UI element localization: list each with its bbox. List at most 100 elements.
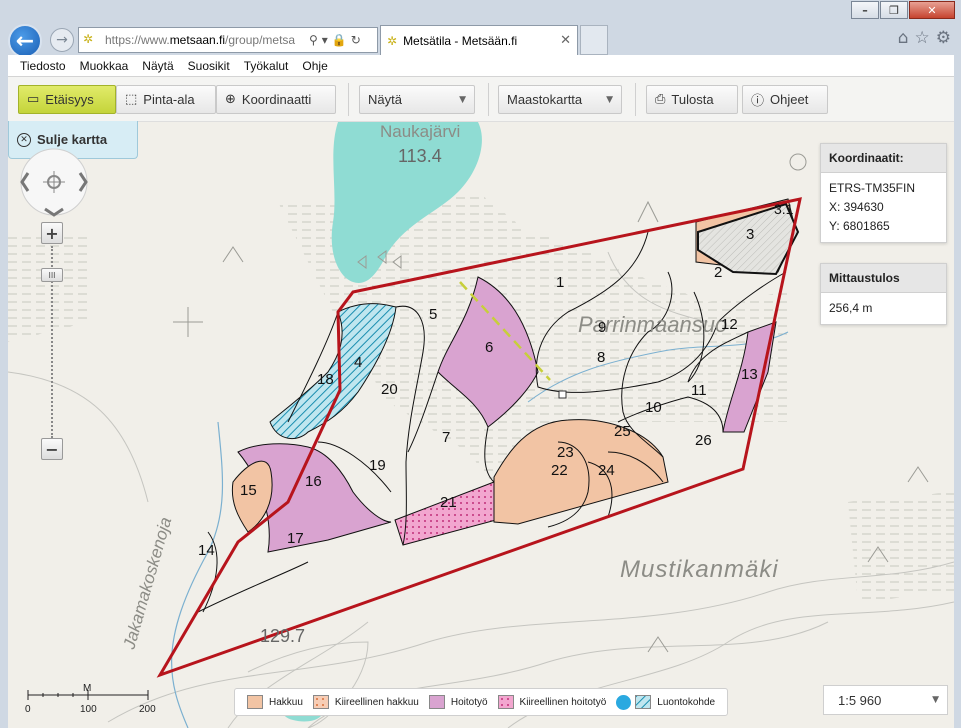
crosshair-icon: ⊕ [225,92,236,107]
scale-value: 1:5 960 [838,692,882,708]
browser-window: – ❐ ✕ ← → ✲ https://www.metsaan.fi/group… [0,0,961,728]
lock-icon[interactable]: 🔒 [332,33,347,47]
svg-text:113.4: 113.4 [398,146,442,166]
svg-text:10: 10 [645,399,662,416]
svg-text:129.7: 129.7 [260,626,305,646]
svg-text:18: 18 [317,371,334,388]
print-label: Tulosta [671,92,714,107]
browser-nav-bar: ← → ✲ https://www.metsaan.fi/group/metsa… [0,22,961,58]
coordinates-panel: Koordinaatit: ETRS-TM35FIN X: 394630 Y: … [820,143,947,243]
close-window-button[interactable]: ✕ [909,1,955,19]
svg-text:5: 5 [429,306,437,323]
minimize-button[interactable]: – [851,1,879,19]
svg-text:200: 200 [139,704,156,715]
legend-swatch [247,695,263,709]
legend-label: Kiireellinen hakkuu [334,696,419,708]
area-icon: ⬚ [125,92,138,107]
menu-help[interactable]: Ohje [302,59,327,73]
chevron-down-icon: ▼ [606,94,613,105]
measurement-point [558,390,567,399]
svg-text:15: 15 [240,482,257,499]
legend-item-luontokohde: Luontokohde [616,694,715,710]
forward-button[interactable]: → [50,28,74,52]
basemap-dropdown[interactable]: Maastokartta ▼ [498,85,622,114]
svg-text:19: 19 [369,457,386,474]
menu-file[interactable]: Tiedosto [20,59,66,73]
back-button[interactable]: ← [8,24,42,58]
chevron-down-icon: ▼ [459,94,466,105]
menu-edit[interactable]: Muokkaa [80,59,129,73]
svg-text:4: 4 [354,354,362,371]
map-legend: Hakkuu Kiireellinen hakkuu Hoitotyö Kiir… [234,688,728,716]
legend-swatch [428,695,445,709]
close-map-label: Sulje kartta [37,132,108,147]
home-icon[interactable]: ⌂ [898,28,909,48]
close-tab-icon[interactable]: ✕ [560,33,571,48]
pan-control[interactable] [14,147,94,217]
legend-swatch [497,695,514,709]
svg-text:M: M [83,683,91,694]
coordinate-tool-label: Koordinaatti [241,92,312,107]
coordinate-y: Y: 6801865 [829,219,890,233]
measurement-title: Mittaustulos [821,264,946,293]
dropdown-arrow-icon[interactable]: ▾ [322,33,328,47]
url-text: https://www.metsaan.fi/group/metsa [105,33,296,47]
scale-select[interactable]: 1:5 960 ▼ [823,685,948,715]
menu-favorites[interactable]: Suosikit [188,59,230,73]
legend-label: Kiireellinen hoitotyö [519,696,607,708]
maximize-button[interactable]: ❐ [880,1,908,19]
title-bar: – ❐ ✕ [0,0,961,24]
coordinate-tool-button[interactable]: ⊕ Koordinaatti [216,85,336,114]
arrow-left-icon: ← [15,28,35,54]
svg-text:2: 2 [714,264,722,281]
tab-title: Metsätila - Metsään.fi [403,33,518,48]
address-bar[interactable]: ✲ https://www.metsaan.fi/group/metsa ⚲ ▾… [78,27,378,53]
close-circle-icon: ✕ [17,132,31,147]
measurement-panel: Mittaustulos 256,4 m [820,263,947,325]
print-button[interactable]: ⎙ Tulosta [646,85,738,114]
svg-text:7: 7 [442,429,450,446]
map-toolbar: ▭ Etäisyys ⬚ Pinta-ala ⊕ Koordinaatti Nä… [8,77,954,122]
toolbar-divider [348,83,349,116]
legend-label: Hoitotyö [450,696,488,708]
site-favicon-icon: ✲ [83,32,94,46]
minus-icon: − [45,439,59,459]
chevron-down-icon: ▼ [932,695,939,705]
show-layers-dropdown[interactable]: Näytä ▼ [359,85,475,114]
svg-text:13: 13 [741,366,758,383]
svg-text:3: 3 [746,226,754,243]
svg-text:9: 9 [598,319,606,336]
svg-text:25: 25 [614,423,631,440]
legend-swatch [312,695,329,709]
help-button[interactable]: ⓘ Ohjeet [742,85,828,114]
menu-view[interactable]: Näytä [142,59,173,73]
search-icon[interactable]: ⚲ [309,33,318,47]
svg-text:12: 12 [721,316,738,333]
svg-text:6: 6 [485,339,493,356]
new-tab-button[interactable] [580,25,608,55]
svg-text:22: 22 [551,462,568,479]
area-tool-button[interactable]: ⬚ Pinta-ala [116,85,216,114]
printer-icon: ⎙ [655,92,666,107]
settings-gear-icon[interactable]: ⚙ [936,28,951,48]
arrow-right-icon: → [56,32,68,48]
svg-text:23: 23 [557,444,574,461]
distance-tool-button[interactable]: ▭ Etäisyys [18,85,116,114]
refresh-icon[interactable]: ↻ [351,33,361,47]
luontokohde-point-icon [616,694,632,710]
plus-icon: + [45,223,59,243]
menu-bar: Tiedosto Muokkaa Näytä Suosikit Työkalut… [8,55,954,77]
ruler-icon: ▭ [27,92,40,107]
forest-map[interactable]: Naukajärvi 113.4 Parrinmaansuo Mustikanm… [8,122,954,728]
legend-label: Hakkuu [269,696,303,708]
zoom-out-button[interactable]: − [41,438,63,460]
zoom-in-button[interactable]: + [41,222,63,244]
svg-text:17: 17 [287,530,304,547]
svg-text:14: 14 [198,542,215,559]
info-icon: ⓘ [751,94,765,109]
favorites-star-icon[interactable]: ☆ [915,28,930,48]
svg-text:Mustikanmäki: Mustikanmäki [620,556,779,583]
browser-tab[interactable]: ✲ Metsätila - Metsään.fi ✕ [380,25,578,55]
menu-tools[interactable]: Työkalut [244,59,289,73]
zoom-slider-handle[interactable]: III [41,268,63,282]
